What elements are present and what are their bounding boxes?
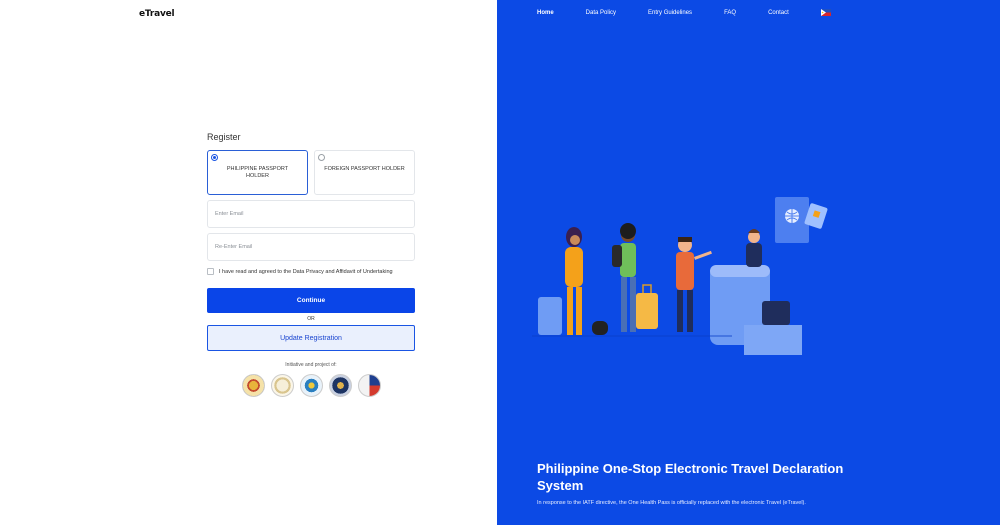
nav-data-policy[interactable]: Data Policy [586,10,616,16]
reenter-email-field-wrapper [207,233,415,261]
philippine-passport-label: PHILIPPINE PASSPORT HOLDER [226,166,289,179]
travelers-illustration [532,197,828,355]
yellow-suitcase [636,293,658,329]
registration-pane: eTravel Register PHILIPPINE PASSPORT HOL… [0,0,497,525]
or-divider: OR [307,316,315,322]
hero-title: Philippine One-Stop Electronic Travel De… [537,461,844,493]
counter-luggage [762,301,790,325]
philippine-flag-icon[interactable] [820,9,831,16]
continue-button[interactable]: Continue [207,288,415,313]
nav-home[interactable]: Home [537,10,554,16]
email-input[interactable] [208,201,414,227]
initiative-label: Initiative and project of: [285,362,337,368]
radio-unselected-icon[interactable] [318,154,325,161]
blue-suitcase [538,297,562,335]
passport-holder-options: PHILIPPINE PASSPORT HOLDER FOREIGN PASSP… [207,150,415,195]
etravel-logo[interactable]: eTravel [139,9,175,19]
hero-pane: Home Data Policy Entry Guidelines FAQ Co… [497,0,1000,525]
agreement-label[interactable]: I have read and agreed to the Data Priva… [219,269,393,275]
agency-seal-3-icon [299,374,323,397]
nav-entry-guidelines[interactable]: Entry Guidelines [648,10,692,16]
foreign-passport-option[interactable]: FOREIGN PASSPORT HOLDER [314,150,415,195]
agreement-checkbox[interactable] [207,268,214,275]
radio-selected-icon[interactable] [211,154,218,161]
agency-seal-2-icon [270,374,294,397]
nav-faq[interactable]: FAQ [724,10,736,16]
update-registration-button[interactable]: Update Registration [207,325,415,351]
reenter-email-input[interactable] [208,234,414,260]
foreign-passport-label: FOREIGN PASSPORT HOLDER [324,166,405,172]
email-field-wrapper [207,200,415,228]
philippine-passport-option[interactable]: PHILIPPINE PASSPORT HOLDER [207,150,308,195]
black-bag [592,321,608,335]
top-navigation: Home Data Policy Entry Guidelines FAQ Co… [537,9,831,16]
register-title: Register [207,132,241,142]
hero-subtitle: In response to the IATF directive, the O… [537,500,806,506]
agency-seal-5-icon [357,374,381,397]
nav-contact[interactable]: Contact [768,10,789,16]
agreement-row: I have read and agreed to the Data Priva… [207,267,415,276]
agency-seal-1-icon [241,374,265,397]
agency-seals [207,374,415,397]
agency-seal-4-icon [328,374,352,397]
register-form: Register PHILIPPINE PASSPORT HOLDER FORE… [207,132,415,397]
